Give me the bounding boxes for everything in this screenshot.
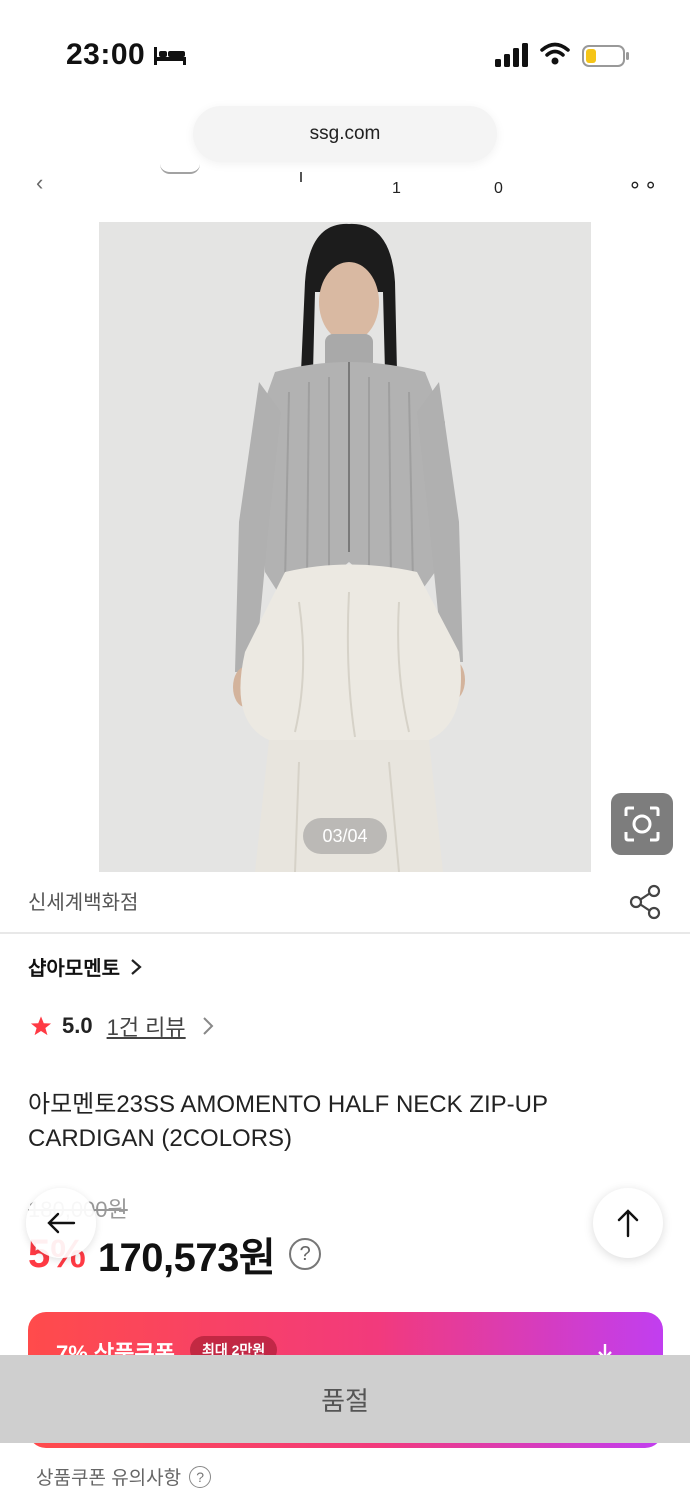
- scroll-top-button[interactable]: [593, 1188, 663, 1258]
- status-bar: 23:00: [0, 0, 690, 110]
- back-button[interactable]: [26, 1188, 96, 1258]
- page-header: ‹ 1 0 ∘∘: [0, 162, 690, 212]
- url-bar[interactable]: ssg.com: [193, 106, 497, 162]
- image-counter: 03/04: [303, 818, 387, 854]
- status-time: 23:00: [66, 38, 146, 71]
- store-name[interactable]: 신세계백화점: [28, 886, 138, 915]
- recent-count[interactable]: 0: [494, 180, 503, 198]
- price-help-icon[interactable]: ?: [289, 1238, 322, 1270]
- product-photo: [99, 222, 591, 872]
- arrow-left-icon: [47, 1212, 76, 1234]
- image-search-button[interactable]: [611, 793, 673, 855]
- soldout-button[interactable]: 품절: [0, 1355, 690, 1443]
- rating-row: 5.0 1건 리뷰: [30, 1010, 214, 1042]
- signal-icon: [495, 43, 528, 67]
- bed-icon: [154, 47, 186, 65]
- brand-label: 샵아모멘토: [28, 958, 120, 980]
- chevron-right-icon[interactable]: [202, 1016, 214, 1036]
- product-title: 아모멘토23SS AMOMENTO HALF NECK ZIP-UP CARDI…: [28, 1091, 548, 1152]
- review-link[interactable]: 1건 리뷰: [107, 1010, 186, 1042]
- cart-count[interactable]: 1: [392, 180, 401, 198]
- more-icon[interactable]: ∘∘: [628, 172, 660, 198]
- battery-icon: [582, 45, 629, 67]
- chevron-right-icon: [131, 958, 142, 975]
- soldout-label: 품절: [321, 1385, 369, 1416]
- star-icon: [30, 1016, 52, 1036]
- image-search-icon: [624, 806, 660, 842]
- sale-price: 170,573원: [97, 1236, 276, 1280]
- coupon-notice-label: 상품쿠폰 유의사항: [36, 1468, 182, 1489]
- product-image[interactable]: [99, 222, 591, 872]
- wifi-icon: [540, 42, 570, 65]
- divider: [0, 932, 690, 934]
- rating-score: 5.0: [62, 1013, 93, 1038]
- arrow-up-icon: [617, 1209, 639, 1238]
- search-icon[interactable]: [300, 172, 302, 182]
- notice-help-icon[interactable]: ?: [189, 1465, 212, 1488]
- brand-link[interactable]: 샵아모멘토: [28, 952, 142, 981]
- back-chevron-icon[interactable]: ‹: [36, 170, 43, 196]
- share-icon[interactable]: [628, 884, 662, 920]
- url-text: ssg.com: [309, 123, 381, 144]
- coupon-notice[interactable]: 상품쿠폰 유의사항 ?: [36, 1463, 212, 1490]
- home-icon[interactable]: [160, 164, 200, 174]
